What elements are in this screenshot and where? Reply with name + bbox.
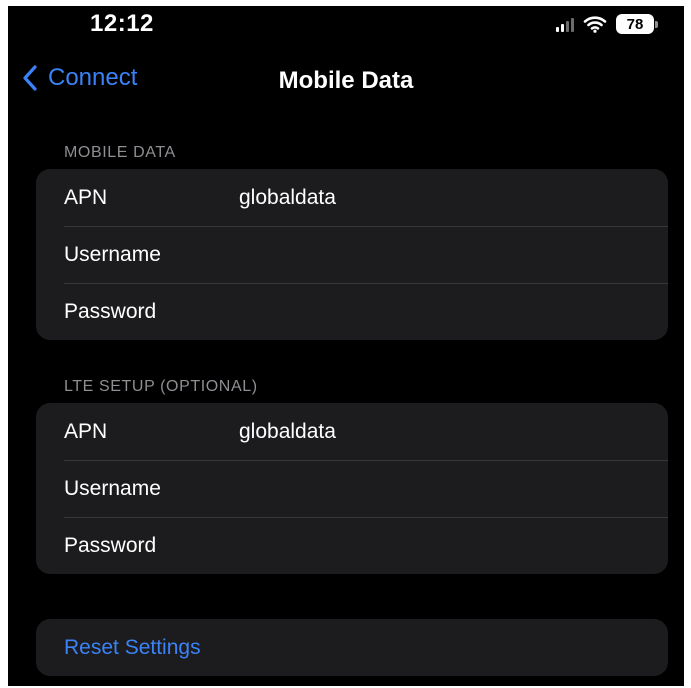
wifi-icon [583,16,607,33]
row-label: Username [64,242,161,266]
lte-setup-group: APN globaldata Username Password [36,403,668,574]
apn-field[interactable]: globaldata [239,420,336,444]
row-label: Username [64,476,161,500]
mobile-data-password-row[interactable]: Password [36,283,668,340]
status-icons: 78 [556,12,658,36]
battery-icon: 78 [616,14,658,34]
mobile-data-apn-row[interactable]: APN globaldata [36,169,668,226]
navigation-bar: Connect Mobile Data [8,58,684,102]
page-title: Mobile Data [278,67,414,94]
apn-field[interactable]: globaldata [239,186,336,210]
status-time: 12:12 [90,10,154,37]
reset-settings-button[interactable]: Reset Settings [36,619,668,676]
mobile-data-group: APN globaldata Username Password [36,169,668,340]
row-label: APN [64,419,108,443]
row-label: Password [64,533,157,557]
row-label: Password [64,299,157,323]
lte-apn-row[interactable]: APN globaldata [36,403,668,460]
battery-percent: 78 [626,15,644,33]
status-bar: 12:12 78 [8,6,684,44]
mobile-data-username-row[interactable]: Username [36,226,668,283]
lte-username-row[interactable]: Username [36,460,668,517]
cellular-signal-icon [556,16,574,32]
section-header-lte-setup: LTE SETUP (OPTIONAL) [64,378,258,395]
phone-screen: 12:12 78 Connect Mobile Data MOBILE DATA… [8,6,684,686]
lte-password-row[interactable]: Password [36,517,668,574]
reset-group: Reset Settings [36,619,668,676]
row-label: APN [64,185,108,209]
reset-settings-label: Reset Settings [64,635,201,659]
section-header-mobile-data: MOBILE DATA [64,144,176,161]
